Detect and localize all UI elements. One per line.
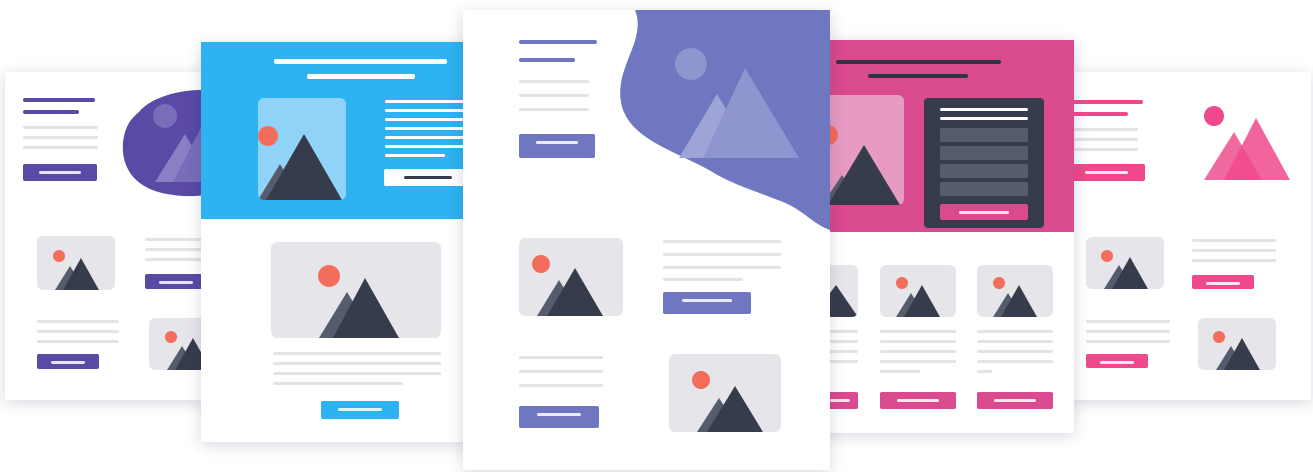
text-line	[23, 136, 98, 139]
subheadline-bar	[519, 58, 575, 62]
image-placeholder	[977, 265, 1053, 317]
cta-button[interactable]	[663, 292, 751, 314]
headline-bar	[836, 60, 1001, 64]
cta-button[interactable]	[977, 392, 1053, 409]
text-line	[23, 146, 98, 149]
cta-button[interactable]	[37, 354, 99, 369]
text-line	[663, 278, 743, 281]
text-line	[977, 340, 1053, 343]
banner-text-line	[385, 127, 471, 130]
banner-image-placeholder	[258, 98, 346, 200]
signup-form[interactable]	[924, 98, 1044, 228]
text-line	[37, 330, 119, 333]
banner-button[interactable]	[384, 169, 472, 186]
text-line	[37, 340, 119, 343]
text-line	[1192, 239, 1276, 242]
text-line	[519, 94, 589, 97]
cta-button[interactable]	[1086, 354, 1148, 368]
text-line	[1068, 138, 1138, 141]
hero-image-placeholder	[271, 242, 441, 338]
subheadline-bar	[307, 74, 415, 79]
cta-button[interactable]	[23, 164, 97, 181]
text-line	[1086, 320, 1170, 323]
text-line	[977, 370, 992, 373]
text-line	[1068, 128, 1138, 131]
text-line	[273, 352, 441, 355]
cta-button[interactable]	[880, 392, 956, 409]
subheadline-bar	[868, 74, 968, 78]
banner-text-line	[385, 145, 471, 148]
headline-bar	[519, 40, 597, 44]
text-line	[977, 330, 1053, 333]
template-card-pink[interactable]	[1068, 72, 1311, 400]
text-line	[880, 340, 956, 343]
form-submit-button[interactable]	[940, 204, 1028, 220]
hero-image-icon	[1200, 102, 1292, 182]
text-line	[1086, 340, 1170, 343]
banner-text-line	[385, 154, 445, 157]
text-line	[1192, 259, 1276, 262]
headline-bar	[1068, 100, 1143, 104]
text-line	[519, 370, 603, 373]
text-line	[273, 372, 441, 375]
text-line	[663, 253, 781, 256]
text-line	[880, 360, 956, 363]
text-line	[273, 382, 403, 385]
subheadline-bar	[23, 110, 79, 114]
cta-button[interactable]	[519, 134, 595, 158]
subheadline-bar	[1068, 112, 1128, 116]
image-placeholder	[880, 265, 956, 317]
image-placeholder	[37, 236, 115, 290]
text-line	[273, 362, 441, 365]
template-card-periwinkle[interactable]	[463, 10, 830, 470]
text-line	[663, 240, 781, 243]
text-line	[1192, 249, 1276, 252]
image-placeholder	[1086, 237, 1164, 289]
headline-bar	[274, 59, 447, 64]
text-line	[880, 370, 920, 373]
form-subtitle-bar	[940, 117, 1028, 120]
text-line	[519, 108, 589, 111]
headline-bar	[23, 98, 95, 102]
text-line	[1086, 330, 1170, 333]
cta-button[interactable]	[519, 406, 599, 428]
image-placeholder	[1198, 318, 1276, 370]
text-line	[519, 384, 603, 387]
cta-button[interactable]	[145, 274, 207, 289]
image-placeholder	[519, 238, 623, 316]
text-line	[663, 266, 781, 269]
cta-button[interactable]	[321, 401, 399, 419]
banner-text-line	[385, 100, 471, 103]
text-line	[977, 350, 1053, 353]
text-line	[519, 356, 603, 359]
form-title-bar	[940, 108, 1028, 111]
banner-button-label-bar	[404, 176, 452, 179]
text-line	[977, 360, 1053, 363]
cta-button[interactable]	[1192, 275, 1254, 289]
form-input[interactable]	[940, 146, 1028, 160]
text-line	[880, 330, 956, 333]
banner-text-line	[385, 118, 471, 121]
form-input[interactable]	[940, 128, 1028, 142]
form-input[interactable]	[940, 182, 1028, 196]
hero-wave-shape	[613, 10, 830, 235]
banner-text-line	[385, 109, 471, 112]
text-line	[1068, 148, 1138, 151]
banner-image-placeholder	[822, 95, 904, 205]
text-line	[519, 80, 589, 83]
text-line	[23, 126, 98, 129]
banner-text-line	[385, 136, 471, 139]
image-placeholder	[669, 354, 781, 432]
template-card-magenta[interactable]	[822, 40, 1074, 433]
form-input[interactable]	[940, 164, 1028, 178]
cta-button[interactable]	[1068, 164, 1145, 181]
text-line	[880, 350, 956, 353]
text-line	[37, 320, 119, 323]
